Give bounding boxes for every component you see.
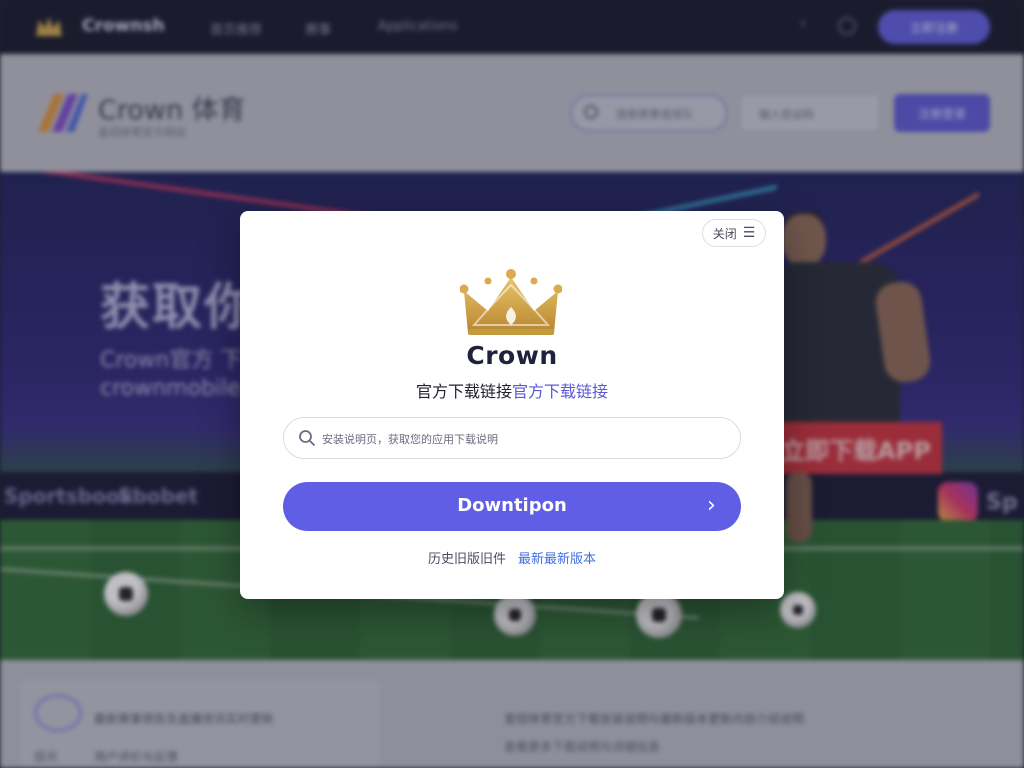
modal-search-placeholder: 安装说明页，获取您的应用下载说明 bbox=[322, 433, 498, 446]
download-modal: 关闭 ☰ Crown 官方下载链接官方下载链接 安装说明页，获取您的应用下载说明… bbox=[240, 211, 784, 599]
close-button[interactable]: 关闭 ☰ bbox=[702, 219, 766, 247]
download-button-label: Downtipon bbox=[457, 495, 567, 516]
search-icon bbox=[299, 430, 315, 446]
modal-brand: Crown bbox=[466, 341, 558, 370]
chevron-right-icon: › bbox=[707, 493, 716, 518]
footer-text: 历史旧版旧件 bbox=[427, 552, 506, 567]
tagline-accent: 官方下载链接 bbox=[512, 382, 609, 401]
modal-search-input[interactable]: 安装说明页，获取您的应用下载说明 bbox=[283, 417, 741, 459]
modal-tagline: 官方下载链接官方下载链接 bbox=[240, 378, 784, 402]
menu-icon: ☰ bbox=[742, 225, 756, 241]
modal-footer: 历史旧版旧件 最新最新版本 bbox=[240, 548, 784, 567]
latest-version-link[interactable]: 最新最新版本 bbox=[518, 552, 596, 567]
close-button-label: 关闭 bbox=[712, 226, 737, 241]
crown-logo-icon bbox=[460, 269, 562, 335]
tagline-main: 官方下载链接 bbox=[415, 382, 512, 401]
download-button[interactable]: Downtipon › bbox=[283, 482, 741, 531]
